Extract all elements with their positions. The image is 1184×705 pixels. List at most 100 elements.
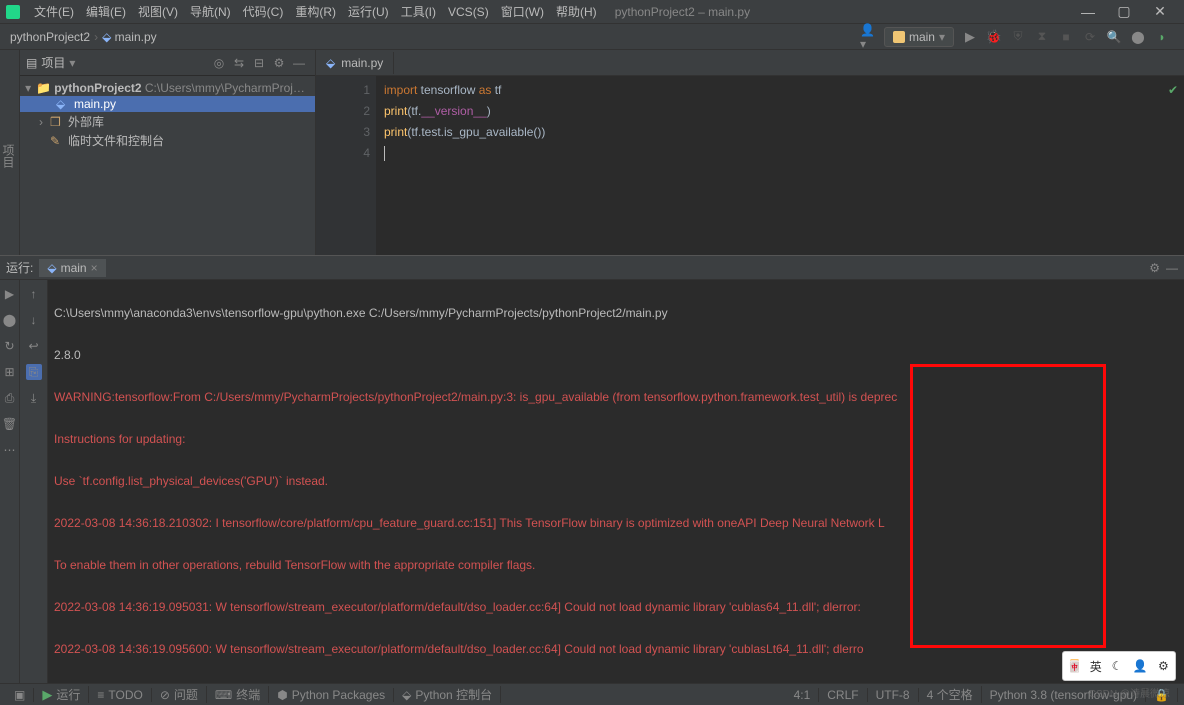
sb-eol[interactable]: CRLF: [819, 688, 867, 702]
console-output[interactable]: C:\Users\mmy\anaconda3\envs\tensorflow-g…: [48, 280, 1184, 683]
down-arrow-icon[interactable]: ↓: [26, 312, 42, 328]
toolbar-right: 👤▾ main ▾ ▶ 🐞 ⛨ ⧗ ■ ⟳ 🔍 ⬤ ◗: [860, 27, 1178, 47]
menu-edit[interactable]: 编辑(E): [80, 3, 132, 20]
python-file-icon: ⬙: [56, 97, 70, 111]
tree-file-main[interactable]: ⬙ main.py: [20, 96, 315, 112]
settings-sync-icon[interactable]: ⬤: [1130, 29, 1146, 45]
sb-problems[interactable]: ⊘ 问题: [152, 686, 207, 703]
chevron-down-icon: ▾: [939, 30, 945, 44]
ime-lang: 英: [1090, 658, 1102, 675]
layout-button[interactable]: ⊞: [2, 364, 18, 380]
gear-icon[interactable]: ⚙: [1149, 261, 1160, 275]
folder-icon: 📁: [36, 81, 50, 95]
run-button[interactable]: ▶: [962, 29, 978, 45]
tree-scratches[interactable]: ✎ 临时文件和控制台: [20, 131, 315, 150]
breadcrumb-file[interactable]: ⬙ main.py: [98, 30, 161, 44]
menu-code[interactable]: 代码(C): [237, 3, 290, 20]
sb-packages[interactable]: ⬢ Python Packages: [269, 688, 394, 702]
editor-tab-0[interactable]: ⬙ main.py: [316, 52, 394, 74]
close-icon[interactable]: ×: [91, 261, 98, 275]
menu-tools[interactable]: 工具(I): [395, 3, 442, 20]
code-content[interactable]: import tensorflow as tfprint(tf.__versio…: [376, 76, 1184, 255]
gutter-bar: [316, 76, 346, 255]
menu-run[interactable]: 运行(U): [342, 3, 395, 20]
menu-vcs[interactable]: VCS(S): [442, 5, 495, 19]
chevron-down-icon[interactable]: ▾: [69, 56, 75, 70]
more-button[interactable]: ⋯: [2, 442, 18, 458]
search-everywhere-button[interactable]: 🔍: [1106, 29, 1122, 45]
rerun-button[interactable]: ▶: [2, 286, 18, 302]
left-tool-strip[interactable]: 项目: [0, 50, 20, 255]
close-button[interactable]: ✕: [1142, 0, 1178, 24]
ime-moon-icon[interactable]: ☾: [1109, 658, 1125, 674]
sb-encoding[interactable]: UTF-8: [868, 688, 919, 702]
restart-button[interactable]: ↻: [2, 338, 18, 354]
tree-root[interactable]: ▾ 📁 pythonProject2 C:\Users\mmy\PycharmP…: [20, 80, 315, 96]
run-left-toolbar: ▶ ⬤ ↻ ⊞ ⎙ 🗑 ⋯: [0, 280, 20, 683]
run-left-toolbar2: ↑ ↓ ↩ ⎘ ⤓: [20, 280, 48, 683]
scratch-icon: ✎: [50, 134, 64, 148]
pin-button[interactable]: ⎙: [2, 390, 18, 406]
watermark: CSDN @诗晨微凉: [1089, 685, 1170, 700]
left-strip-project[interactable]: 项目: [1, 144, 15, 168]
menu-window[interactable]: 窗口(W): [495, 3, 550, 20]
run-config-selector[interactable]: main ▾: [884, 27, 954, 47]
sb-run[interactable]: ▶运行: [34, 686, 89, 703]
debug-button[interactable]: 🐞: [986, 29, 1002, 45]
run-tab-main[interactable]: ⬙ main ×: [39, 259, 105, 277]
sb-position[interactable]: 4:1: [786, 688, 820, 702]
chevron-right-icon[interactable]: ›: [36, 115, 46, 129]
project-tree[interactable]: ▾ 📁 pythonProject2 C:\Users\mmy\PycharmP…: [20, 76, 315, 154]
menu-help[interactable]: 帮助(H): [550, 3, 603, 20]
user-icon[interactable]: 👤▾: [860, 29, 876, 45]
project-tool-title: 项目: [41, 54, 65, 71]
main-area: 项目 ▤ 项目 ▾ ◎ ⇆ ⊟ ⚙ — ▾ 📁 pythonProject2 C…: [0, 50, 1184, 255]
trash-button[interactable]: 🗑: [2, 416, 18, 432]
ime-keyboard-icon: 🀄: [1067, 658, 1083, 674]
project-toolbar: ▤ 项目 ▾ ◎ ⇆ ⊟ ⚙ —: [20, 50, 315, 76]
up-arrow-icon[interactable]: ↑: [26, 286, 42, 302]
update-button[interactable]: ⟳: [1082, 29, 1098, 45]
run-header: 运行: ⬙ main × ⚙ —: [0, 256, 1184, 280]
sb-indent[interactable]: 4 个空格: [919, 686, 982, 703]
stop-button[interactable]: ■: [1058, 29, 1074, 45]
inspection-ok-icon[interactable]: ✔: [1168, 80, 1178, 101]
maximize-button[interactable]: ▢: [1106, 0, 1142, 24]
menubar: 文件(E) 编辑(E) 视图(V) 导航(N) 代码(C) 重构(R) 运行(U…: [0, 0, 1184, 24]
project-folder-icon: ▤: [26, 56, 37, 70]
ime-gear-icon[interactable]: ⚙: [1155, 658, 1171, 674]
hide-icon[interactable]: —: [291, 55, 307, 71]
collapse-icon[interactable]: ⊟: [251, 55, 267, 71]
target-icon[interactable]: ◎: [211, 55, 227, 71]
menu-view[interactable]: 视图(V): [132, 3, 184, 20]
sb-todo[interactable]: ≡ TODO: [89, 688, 151, 702]
wrap-icon[interactable]: ↩: [26, 338, 42, 354]
menu-file[interactable]: 文件(E): [28, 3, 80, 20]
stop-button[interactable]: ⬤: [2, 312, 18, 328]
sb-pyconsole[interactable]: ⬙ Python 控制台: [394, 686, 501, 703]
expand-icon[interactable]: ⇆: [231, 55, 247, 71]
python-file-icon: ⬙: [326, 56, 335, 70]
ime-user-icon[interactable]: 👤: [1132, 658, 1148, 674]
project-tool-window: ▤ 项目 ▾ ◎ ⇆ ⊟ ⚙ — ▾ 📁 pythonProject2 C:\U…: [20, 50, 316, 255]
profile-button[interactable]: ⧗: [1034, 29, 1050, 45]
line-gutter: 1234: [346, 76, 376, 255]
tree-external-libs[interactable]: › ❒ 外部库: [20, 112, 315, 131]
menu-refactor[interactable]: 重构(R): [289, 3, 342, 20]
coverage-button[interactable]: ⛨: [1010, 29, 1026, 45]
sb-terminal[interactable]: ⌨ 终端: [207, 686, 269, 703]
ime-widget[interactable]: 🀄 英 ☾ 👤 ⚙: [1062, 651, 1176, 681]
sb-toolwin-icon[interactable]: ▣: [6, 688, 34, 702]
code-editor[interactable]: 1234 import tensorflow as tfprint(tf.__v…: [316, 76, 1184, 255]
editor-tabs: ⬙ main.py: [316, 50, 1184, 76]
menu-navigate[interactable]: 导航(N): [184, 3, 237, 20]
gear-icon[interactable]: ⚙: [271, 55, 287, 71]
hide-icon[interactable]: —: [1166, 261, 1178, 275]
scroll-icon[interactable]: ⤓: [26, 390, 42, 406]
extra-icon[interactable]: ◗: [1154, 29, 1170, 45]
breadcrumb-project[interactable]: pythonProject2: [6, 30, 94, 44]
minimize-button[interactable]: —: [1070, 0, 1106, 24]
run-config-label: main: [909, 30, 935, 44]
filter-icon[interactable]: ⎘: [26, 364, 42, 380]
chevron-down-icon[interactable]: ▾: [24, 81, 32, 95]
